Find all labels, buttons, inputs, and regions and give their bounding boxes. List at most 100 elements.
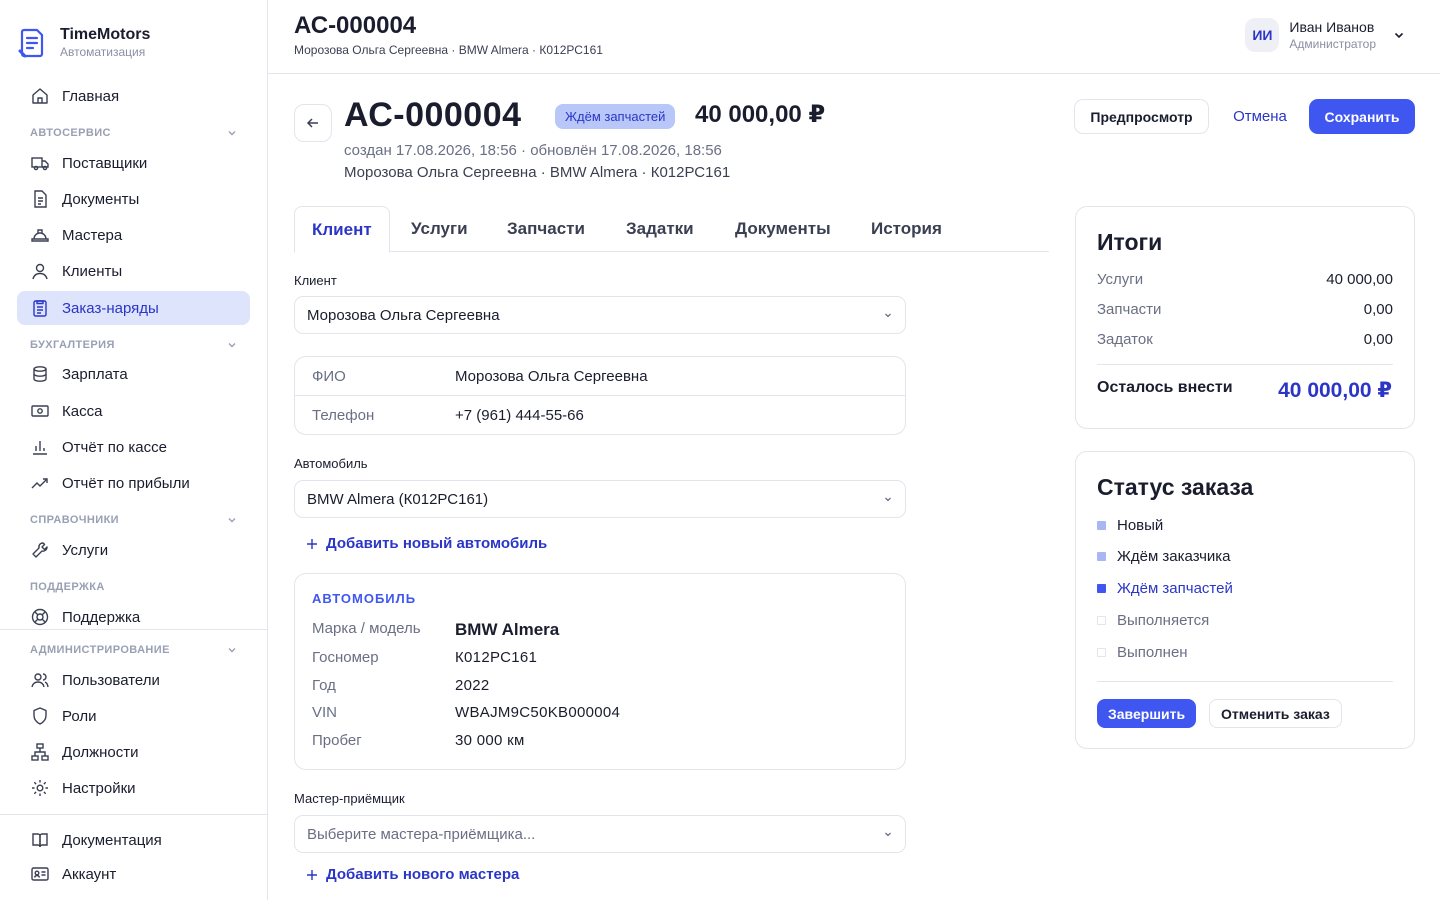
- sidebar-item-settings[interactable]: Настройки: [17, 771, 250, 805]
- topbar: АС-000004 Морозова Ольга Сергеевна · BMW…: [268, 0, 1440, 74]
- sidebar-item-label: Документы: [62, 190, 140, 208]
- status-step-marker: [1097, 552, 1106, 561]
- complete-button[interactable]: Завершить: [1097, 699, 1197, 728]
- cancel-order-button[interactable]: Отменить заказ: [1209, 699, 1342, 728]
- client-select[interactable]: Морозова Ольга Сергеевна: [294, 296, 906, 334]
- totals-row-label: Задаток: [1097, 331, 1153, 348]
- sidebar-divider: [0, 629, 268, 630]
- car-row-value: 2022: [455, 677, 490, 694]
- status-step-waiting-customer[interactable]: Ждём заказчика: [1097, 548, 1231, 565]
- chevron-down-icon: [228, 131, 236, 136]
- brand-logo-icon: [18, 28, 44, 58]
- add-master-link[interactable]: Добавить нового мастера: [306, 866, 519, 883]
- section-admin[interactable]: АДМИНИСТРИРОВАНИЕ: [30, 644, 238, 656]
- car-row-year: Год 2022: [295, 677, 905, 701]
- chevron-down-icon: [885, 497, 891, 502]
- tab-deposits[interactable]: Задатки: [626, 206, 694, 252]
- car-card-heading: АВТОМОБИЛЬ: [312, 591, 417, 606]
- sidebar-item-documents[interactable]: Документы: [17, 182, 250, 216]
- sidebar-item-label: Отчёт по прибыли: [62, 474, 190, 492]
- status-step-label: Выполняется: [1117, 612, 1210, 629]
- car-row-label: Марка / модель: [312, 620, 421, 637]
- order-status-title: Статус заказа: [1097, 474, 1254, 500]
- status-step-label: Новый: [1117, 517, 1164, 534]
- status-step-label: Ждём запчастей: [1117, 580, 1233, 597]
- sidebar-item-profit-report[interactable]: Отчёт по прибыли: [17, 466, 250, 500]
- truck-icon: [31, 157, 49, 171]
- page-subtitle: Морозова Ольга Сергеевна · BMW Almera · …: [294, 43, 603, 57]
- sidebar-item-docs[interactable]: Документация: [17, 823, 250, 857]
- totals-row-value: 0,00: [1363, 331, 1393, 348]
- add-car-link[interactable]: Добавить новый автомобиль: [306, 535, 547, 552]
- id-card-icon: [31, 867, 49, 881]
- tab-parts[interactable]: Запчасти: [507, 206, 585, 252]
- sidebar-item-account[interactable]: Аккаунт: [17, 857, 250, 891]
- sidebar-item-cash-report[interactable]: Отчёт по кассе: [17, 430, 250, 464]
- sidebar-item-masters[interactable]: Мастера: [17, 218, 250, 252]
- user-icon: [32, 263, 48, 280]
- car-row-value: WBAJM9C50KB000004: [455, 704, 621, 721]
- save-button[interactable]: Сохранить: [1309, 99, 1415, 134]
- sidebar-item-cash[interactable]: Касса: [17, 394, 250, 428]
- sidebar-item-home[interactable]: Главная: [17, 79, 250, 113]
- sidebar-item-suppliers[interactable]: Поставщики: [17, 146, 250, 180]
- shield-icon: [33, 707, 47, 725]
- sidebar-item-users[interactable]: Пользователи: [17, 663, 250, 697]
- status-step-done[interactable]: Выполнен: [1097, 644, 1188, 661]
- add-car-label: Добавить новый автомобиль: [326, 535, 548, 552]
- tab-history[interactable]: История: [871, 206, 942, 252]
- tab-documents[interactable]: Документы: [735, 206, 831, 252]
- totals-divider: [1097, 364, 1393, 365]
- status-step-label: Выполнен: [1117, 644, 1188, 661]
- chevron-down-icon: [1394, 32, 1404, 39]
- sidebar-item-label: Роли: [62, 707, 97, 725]
- section-label: АДМИНИСТРИРОВАНИЕ: [30, 644, 170, 656]
- order-summary: Морозова Ольга Сергеевна · BMW Almera · …: [344, 164, 731, 181]
- totals-row-value: 40 000,00: [1326, 271, 1393, 288]
- car-row-model: Марка / модель BMW Almera: [295, 620, 905, 644]
- section-accounting[interactable]: БУХГАЛТЕРИЯ: [30, 339, 238, 351]
- car-select[interactable]: BMW Almera (К012РС161): [294, 480, 906, 518]
- tab-client[interactable]: Клиент: [294, 206, 390, 253]
- status-step-marker: [1097, 616, 1106, 625]
- section-autoservice[interactable]: АВТОСЕРВИС: [30, 127, 238, 139]
- back-button[interactable]: [294, 104, 332, 142]
- sidebar-item-salary[interactable]: Зарплата: [17, 357, 250, 391]
- sidebar-item-label: Настройки: [62, 779, 136, 797]
- user-menu[interactable]: ИИ Иван Иванов Администратор: [1245, 18, 1406, 52]
- sidebar-item-orders[interactable]: Заказ-наряды: [17, 291, 250, 325]
- sidebar-divider: [0, 814, 268, 815]
- hard-hat-icon: [31, 229, 49, 242]
- sidebar-item-services[interactable]: Услуги: [17, 533, 250, 567]
- chevron-down-icon: [885, 313, 891, 318]
- totals-title: Итоги: [1097, 229, 1163, 255]
- status-step-in-progress[interactable]: Выполняется: [1097, 612, 1209, 629]
- home-icon: [32, 88, 48, 104]
- status-step-new[interactable]: Новый: [1097, 517, 1163, 534]
- users-icon: [31, 673, 49, 688]
- sidebar-item-label: Зарплата: [62, 365, 128, 383]
- car-card: АВТОМОБИЛЬ Марка / модель BMW Almera Гос…: [294, 573, 906, 770]
- status-step-label: Ждём заказчика: [1117, 548, 1231, 565]
- tab-services[interactable]: Услуги: [411, 206, 468, 252]
- brand[interactable]: TimeMotors Автоматизация: [18, 26, 150, 60]
- phone-label: Телефон: [312, 407, 375, 424]
- fio-label: ФИО: [312, 367, 346, 385]
- gear-icon: [32, 780, 48, 796]
- totals-row-parts: Запчасти 0,00: [1097, 301, 1393, 318]
- sidebar-item-clients[interactable]: Клиенты: [17, 254, 250, 288]
- preview-button[interactable]: Предпросмотр: [1074, 99, 1209, 134]
- master-select[interactable]: Выберите мастера-приёмщика...: [294, 815, 906, 853]
- car-row-label: Пробег: [312, 732, 362, 749]
- info-row-phone: Телефон +7 (961) 444-55-66: [295, 396, 905, 435]
- sidebar-item-label: Клиенты: [62, 262, 123, 280]
- sidebar-item-roles[interactable]: Роли: [17, 699, 250, 733]
- master-select-placeholder: Выберите мастера-приёмщика...: [307, 825, 536, 843]
- section-references[interactable]: СПРАВОЧНИКИ: [30, 514, 238, 526]
- sidebar-item-positions[interactable]: Должности: [17, 735, 250, 769]
- master-label: Мастер-приёмщик: [294, 791, 405, 806]
- sidebar-item-label: Поставщики: [62, 154, 148, 172]
- status-badge: Ждём запчастей: [555, 104, 676, 129]
- status-step-waiting-parts[interactable]: Ждём запчастей: [1097, 580, 1233, 597]
- cancel-button[interactable]: Отмена: [1222, 99, 1298, 134]
